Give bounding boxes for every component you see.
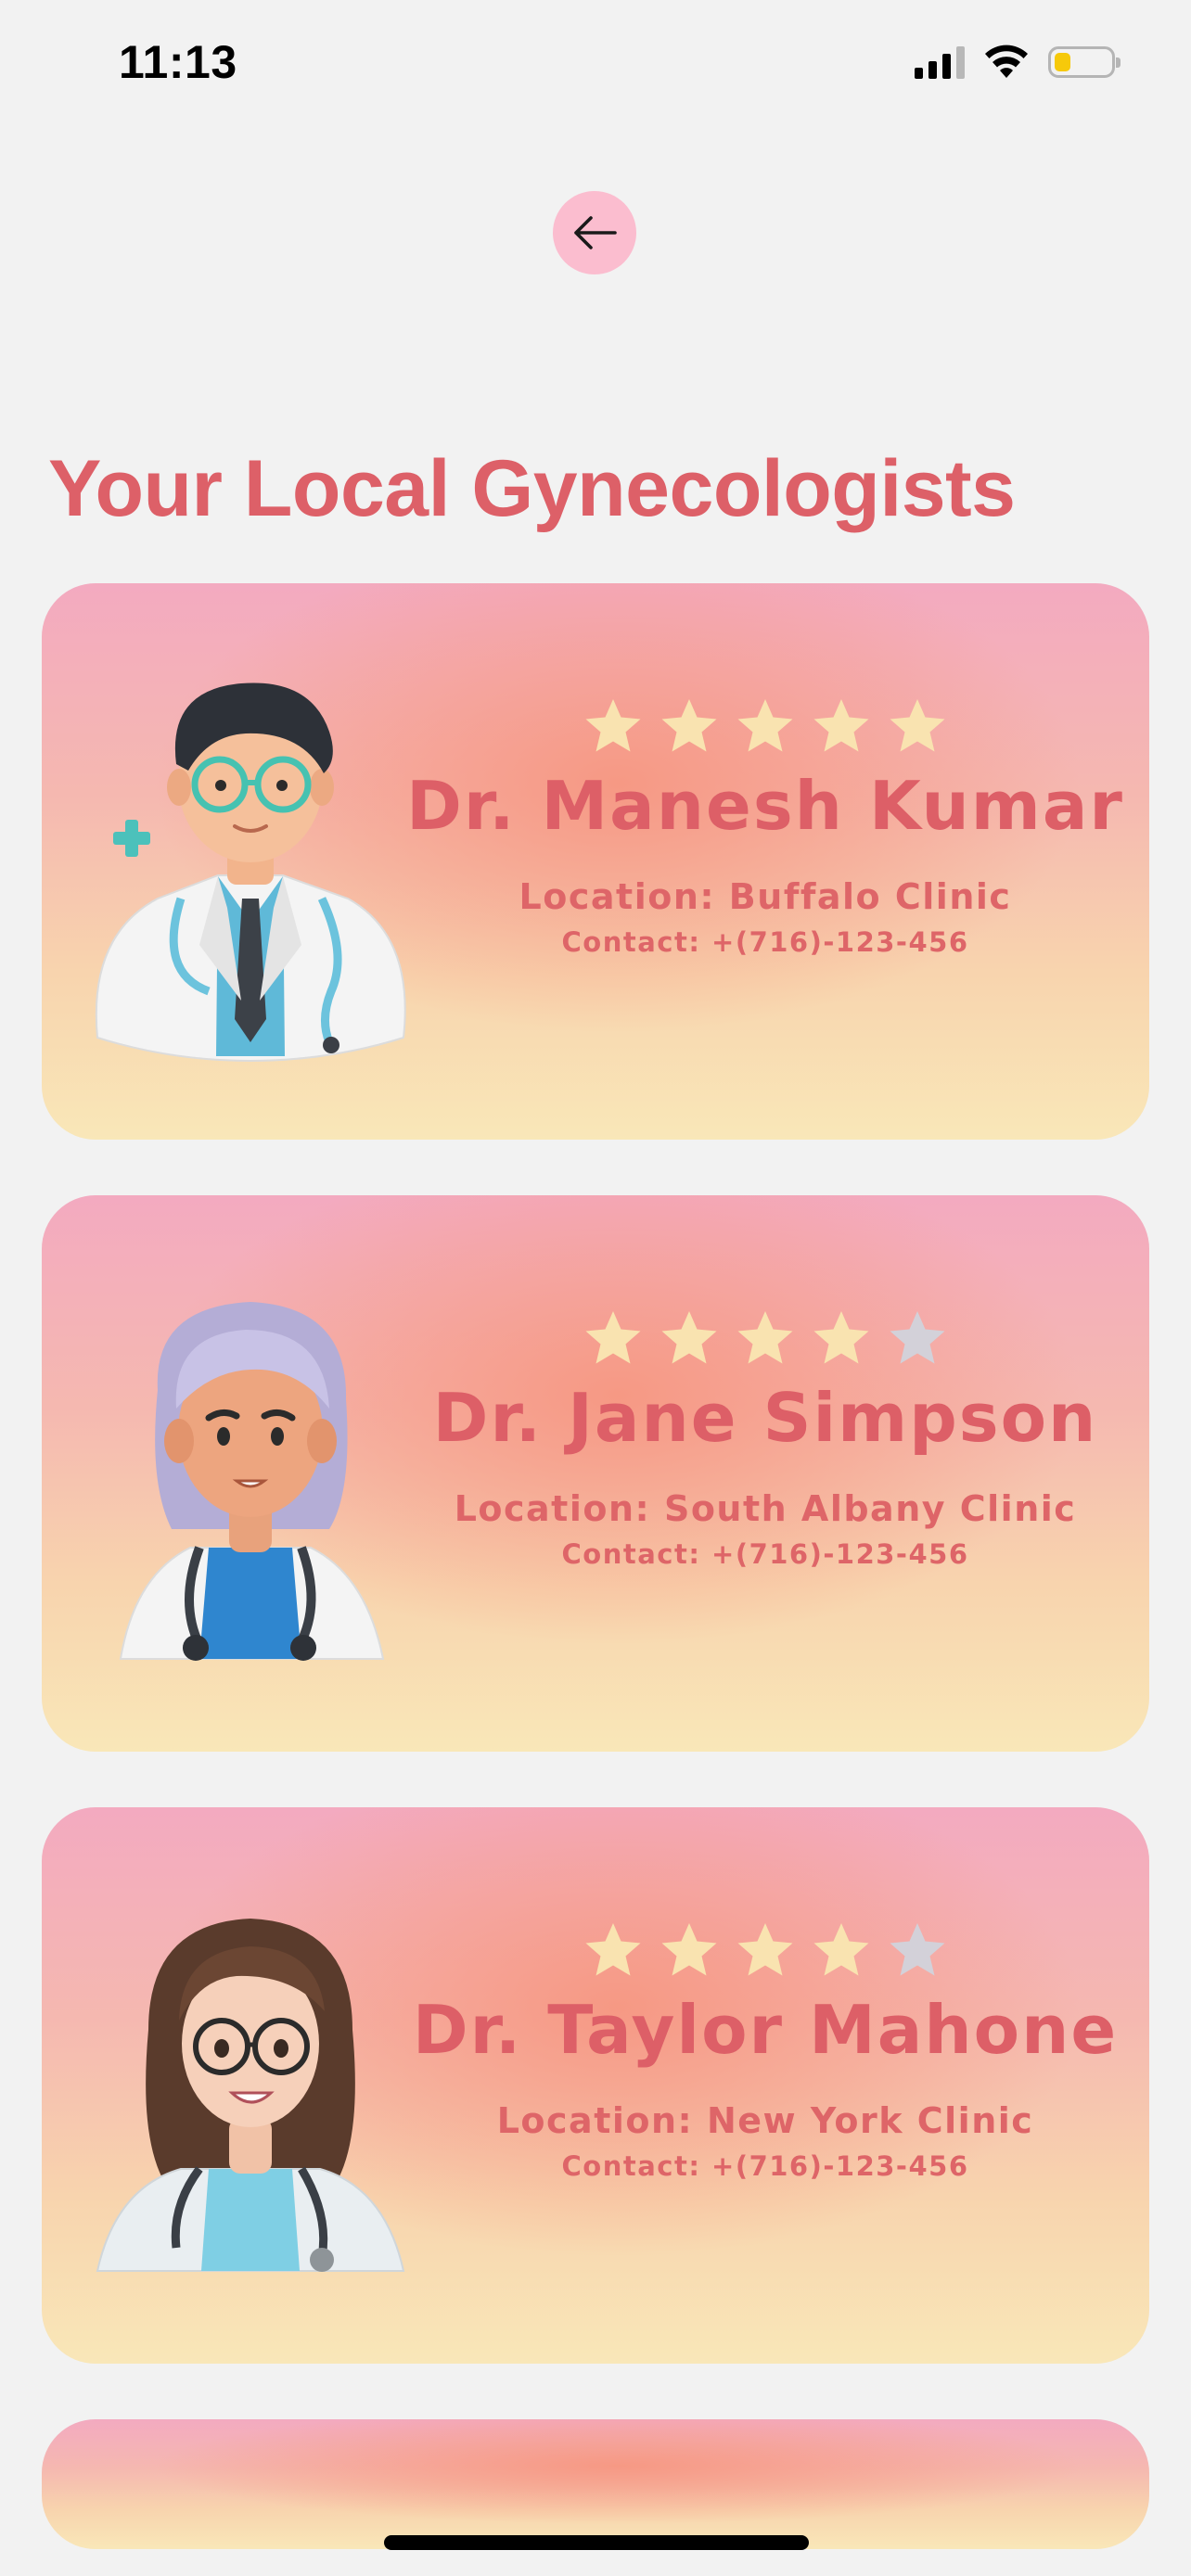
- star-filled-icon: [661, 699, 717, 752]
- doctor-card-list: Dr. Manesh Kumar Location: Buffalo Clini…: [42, 583, 1149, 2549]
- female-doctor-avatar: [70, 1891, 431, 2289]
- star-rating: [385, 695, 1146, 758]
- male-doctor-avatar: [70, 667, 431, 1065]
- star-empty-icon: [890, 1311, 945, 1364]
- cellular-signal-icon: [915, 45, 965, 79]
- page-title: Your Local Gynecologists: [48, 444, 1016, 533]
- doctor-name: Dr. Taylor Mahone: [412, 1991, 1119, 2069]
- doctor-location: Location: South Albany Clinic: [454, 1488, 1077, 1529]
- home-indicator: [384, 2535, 809, 2550]
- doctor-name: Dr. Jane Simpson: [432, 1379, 1098, 1457]
- star-empty-icon: [890, 1923, 945, 1976]
- battery-level: [1055, 53, 1071, 71]
- doctor-contact[interactable]: Contact: +(716)-123-456: [385, 926, 1146, 958]
- star-filled-icon: [585, 1311, 641, 1364]
- star-filled-icon: [661, 1311, 717, 1364]
- status-time: 11:13: [119, 36, 237, 88]
- status-bar: 11:13: [0, 0, 1191, 139]
- doctor-card[interactable]: Dr. Manesh Kumar Location: Buffalo Clini…: [42, 583, 1149, 1140]
- doctor-contact[interactable]: Contact: +(716)-123-456: [385, 2150, 1146, 2182]
- back-button[interactable]: [553, 191, 636, 274]
- star-filled-icon: [813, 1311, 869, 1364]
- doctor-location: Location: New York Clinic: [496, 2100, 1034, 2141]
- doctor-card-info: Dr. Manesh Kumar Location: Buffalo Clini…: [385, 695, 1146, 958]
- doctor-contact[interactable]: Contact: +(716)-123-456: [385, 1538, 1146, 1570]
- lavender-hair-doctor-avatar: [70, 1279, 431, 1677]
- star-rating: [385, 1919, 1146, 1982]
- doctor-card-info: Dr. Taylor Mahone Location: New York Cli…: [385, 1919, 1146, 2182]
- doctor-card[interactable]: Dr. Jane Simpson Location: South Albany …: [42, 1195, 1149, 1752]
- doctor-card[interactable]: Dr. Taylor Mahone Location: New York Cli…: [42, 1807, 1149, 2364]
- doctor-card-info: Dr. Jane Simpson Location: South Albany …: [385, 1307, 1146, 1570]
- status-icons: [915, 45, 1121, 80]
- star-filled-icon: [737, 1923, 793, 1976]
- star-filled-icon: [737, 699, 793, 752]
- star-filled-icon: [661, 1923, 717, 1976]
- doctor-location: Location: Buffalo Clinic: [519, 876, 1012, 917]
- star-filled-icon: [813, 699, 869, 752]
- star-filled-icon: [585, 699, 641, 752]
- star-filled-icon: [890, 699, 945, 752]
- star-filled-icon: [737, 1311, 793, 1364]
- star-filled-icon: [813, 1923, 869, 1976]
- doctor-card[interactable]: [42, 2419, 1149, 2549]
- star-rating: [385, 1307, 1146, 1370]
- star-filled-icon: [585, 1923, 641, 1976]
- battery-icon: [1048, 46, 1121, 78]
- arrow-left-icon: [574, 216, 617, 249]
- doctor-name: Dr. Manesh Kumar: [406, 767, 1124, 845]
- wifi-icon: [985, 45, 1028, 78]
